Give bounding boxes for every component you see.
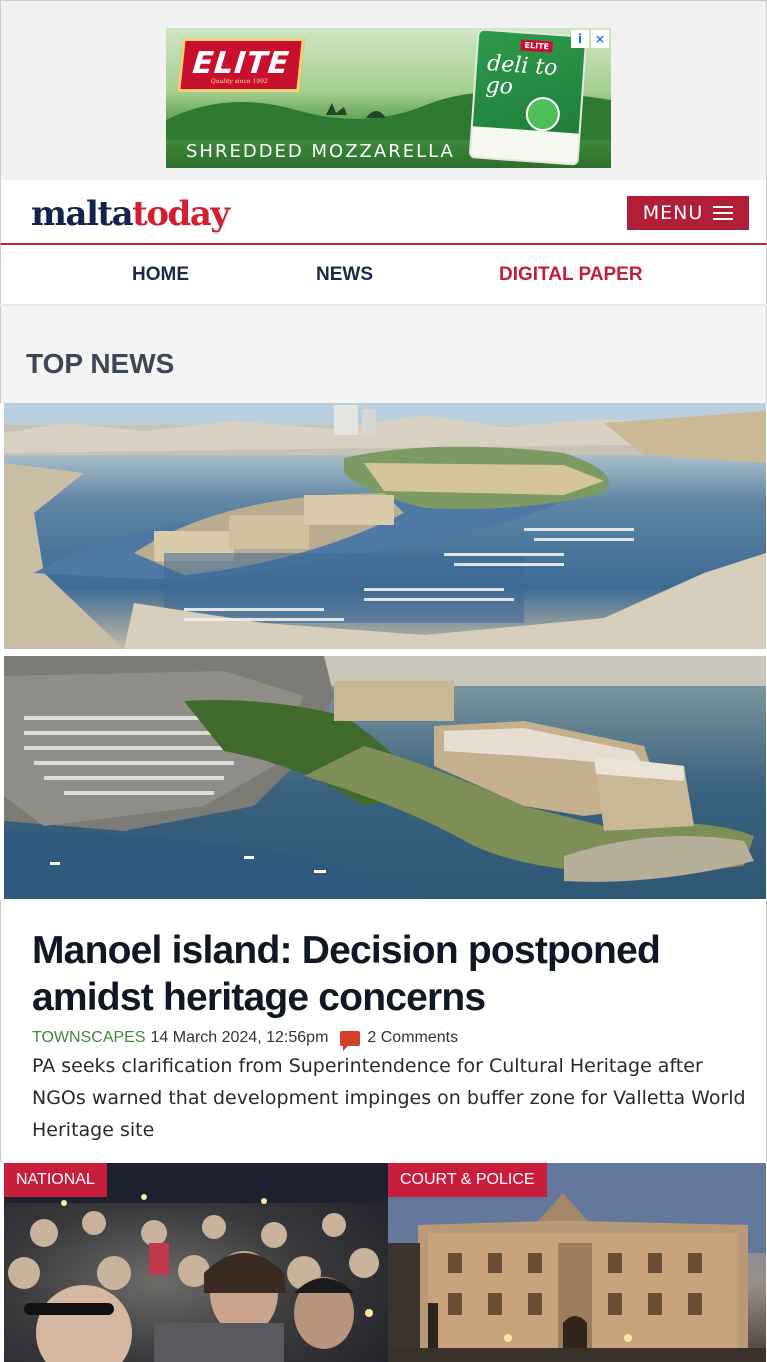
news-card-national[interactable]: NATIONAL: [4, 1163, 388, 1362]
ad-brand-logo: ELITE Quality since 1992: [177, 38, 305, 92]
ad-zone: ELITE Quality since 1992 ELITE deli to g…: [0, 0, 767, 180]
hero-image-manoel-island[interactable]: [4, 656, 766, 899]
ad-info-icon[interactable]: i: [571, 30, 589, 48]
hamburger-icon: [713, 206, 734, 220]
nav-item-news[interactable]: NEWS: [316, 264, 373, 286]
site-header: maltatoday MENU: [0, 180, 767, 245]
logo-part-malta: malta: [31, 194, 134, 234]
article-date: 14 March 2024, 12:56pm: [150, 1029, 329, 1046]
news-card-court-police[interactable]: COURT & POLICE: [388, 1163, 766, 1362]
marina-aerial-illustration: [4, 403, 766, 649]
manoel-island-render: [4, 656, 766, 899]
article-comments-count: 2 Comments: [367, 1029, 459, 1046]
ad-brand-text: ELITE: [190, 45, 292, 81]
article-comments-link[interactable]: 2 Comments: [340, 1029, 459, 1051]
main-nav: HOME NEWS DIGITAL PAPER: [0, 246, 767, 304]
article-meta: TOWNSCAPES 14 March 2024, 12:56pm 2 Comm…: [32, 1029, 459, 1051]
nav-item-digital-paper[interactable]: DIGITAL PAPER: [499, 264, 643, 286]
section-title: TOP NEWS: [26, 348, 175, 379]
card-tag-court-police[interactable]: COURT & POLICE: [388, 1163, 547, 1197]
ad-product-name: deli to go: [484, 51, 559, 100]
ad-close-icon[interactable]: ×: [591, 30, 609, 48]
logo-part-today: today: [132, 194, 230, 234]
hero-image-marina[interactable]: [4, 403, 766, 649]
article-headline[interactable]: Manoel island: Decision postponed amidst…: [32, 927, 742, 1021]
ad-tagline: SHREDDED MOZZARELLA: [186, 141, 455, 162]
nav-item-home[interactable]: HOME: [132, 264, 189, 286]
article-summary: PA seeks clarification from Superintende…: [32, 1055, 746, 1141]
menu-label: MENU: [642, 202, 704, 224]
ad-controls: i ×: [571, 30, 609, 48]
advertisement-banner[interactable]: ELITE Quality since 1992 ELITE deli to g…: [166, 28, 611, 168]
card-tag-national[interactable]: NATIONAL: [4, 1163, 107, 1197]
comment-icon: [340, 1030, 361, 1051]
menu-button[interactable]: MENU: [627, 196, 749, 230]
article-category[interactable]: TOWNSCAPES: [32, 1029, 146, 1047]
ad-brand-subtext: Quality since 1992: [210, 77, 269, 85]
site-logo[interactable]: maltatoday: [31, 194, 230, 234]
ad-product-brand: ELITE: [520, 39, 554, 53]
